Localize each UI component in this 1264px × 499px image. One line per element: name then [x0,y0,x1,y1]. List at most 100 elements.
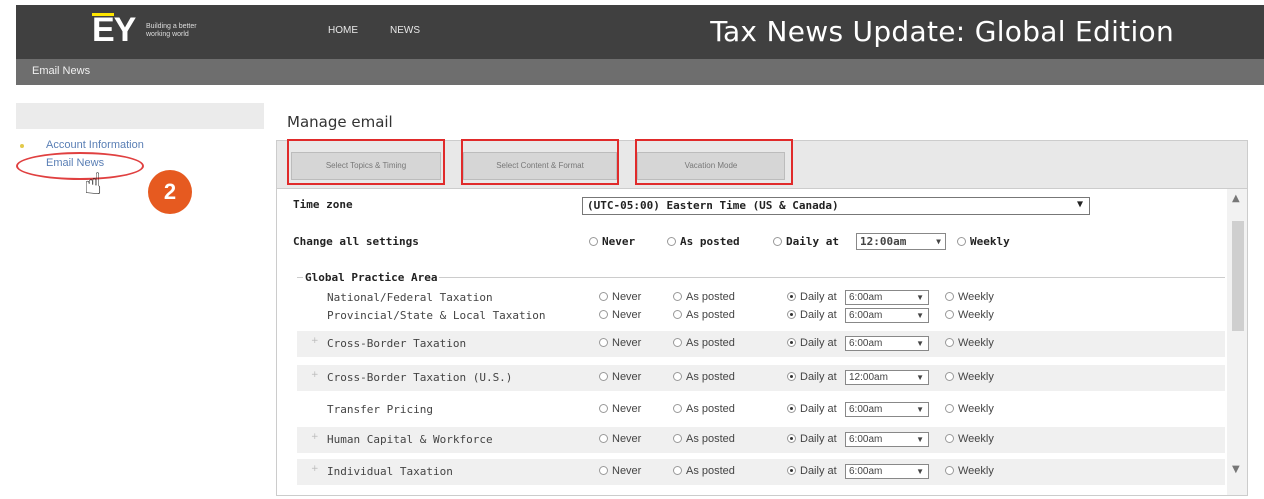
ey-logo[interactable]: EY [92,11,136,50]
option-weekly[interactable]: Weekly [945,433,994,445]
option-never[interactable]: Never [599,309,641,321]
expand-icon[interactable]: + [311,336,319,346]
option-daily[interactable]: Daily at [787,403,837,415]
option-weekly[interactable]: Weekly [945,309,994,321]
change-all-daily[interactable]: Daily at [773,235,839,248]
radio-icon [673,372,682,381]
option-label: Daily at [800,371,837,383]
option-never[interactable]: Never [599,433,641,445]
option-label: As posted [686,309,735,321]
radio-icon [599,434,608,443]
radio-icon [599,338,608,347]
option-as-posted[interactable]: As posted [673,433,735,445]
change-all-as-posted[interactable]: As posted [667,235,740,248]
settings-row: Provincial/State & Local Taxation Never As… [297,307,1225,325]
option-label: Daily at [800,433,837,445]
option-daily[interactable]: Daily at [787,433,837,445]
time-select[interactable]: 6:00am ▼ [845,464,929,479]
option-label: Daily at [800,291,837,303]
option-label: As posted [686,433,735,445]
change-all-time-select[interactable]: 12:00am ▼ [856,233,946,250]
option-as-posted[interactable]: As posted [673,291,735,303]
time-select[interactable]: 6:00am ▼ [845,402,929,417]
option-as-posted[interactable]: As posted [673,403,735,415]
option-weekly[interactable]: Weekly [945,291,994,303]
timezone-select[interactable]: (UTC-05:00) Eastern Time (US & Canada) ▼ [582,197,1090,215]
option-label: As posted [686,465,735,477]
chevron-down-icon: ▼ [916,373,924,382]
expand-icon[interactable]: + [311,464,319,474]
option-label: As posted [686,371,735,383]
radio-icon [957,237,966,246]
option-as-posted[interactable]: As posted [673,371,735,383]
settings-row: + Human Capital & Workforce Never As posted… [297,427,1225,453]
option-never[interactable]: Never [599,291,641,303]
chevron-down-icon: ▼ [936,237,941,246]
time-select[interactable]: 12:00am ▼ [845,370,929,385]
radio-icon [599,292,608,301]
option-label: Never [612,291,642,303]
scrollbar-thumb[interactable] [1232,221,1244,331]
option-label: Never [612,309,642,321]
option-daily[interactable]: Daily at [787,309,837,321]
chevron-down-icon: ▼ [916,339,924,348]
option-weekly[interactable]: Weekly [945,403,994,415]
chevron-down-icon: ▼ [916,405,924,414]
option-label: Never [612,337,642,349]
change-all-never[interactable]: Never [589,235,635,248]
subnav-email-news[interactable]: Email News [32,65,90,77]
nav-home[interactable]: HOME [328,25,358,36]
sidebar-item-account-information[interactable]: Account Information [46,139,144,151]
site-title: Tax News Update: Global Edition [710,15,1174,48]
manage-email-panel: Select Topics & Timing Select Content & … [276,139,1248,496]
nav-news[interactable]: NEWS [390,25,420,36]
option-never[interactable]: Never [599,371,641,383]
option-as-posted[interactable]: As posted [673,465,735,477]
time-select[interactable]: 6:00am ▼ [845,336,929,351]
radio-icon [673,338,682,347]
settings-row: + Individual Taxation Never As posted Daily … [297,459,1225,485]
expand-icon[interactable]: + [311,432,319,442]
option-label: Weekly [958,291,994,303]
expand-icon[interactable]: + [311,370,319,380]
time-select[interactable]: 6:00am ▼ [845,308,929,323]
option-label: As posted [686,291,735,303]
row-label: Cross-Border Taxation [327,337,467,350]
chevron-down-icon: ▼ [916,311,924,320]
option-label: Weekly [958,465,994,477]
sub-header-bar: Email News [16,59,1264,85]
radio-icon [599,404,608,413]
radio-icon [787,372,796,381]
option-daily[interactable]: Daily at [787,291,837,303]
radio-icon [599,466,608,475]
radio-icon [773,237,782,246]
radio-icon [787,404,796,413]
time-select[interactable]: 6:00am ▼ [845,290,929,305]
scrollbar[interactable]: ▲ ▼ [1227,189,1247,495]
option-never[interactable]: Never [599,465,641,477]
settings-row: + Cross-Border Taxation (U.S.) Never As pos… [297,365,1225,391]
time-value: 12:00am [849,372,888,383]
time-select[interactable]: 6:00am ▼ [845,432,929,447]
option-as-posted[interactable]: As posted [673,309,735,321]
time-value: 6:00am [849,338,883,349]
scroll-up-icon[interactable]: ▲ [1232,193,1240,204]
radio-icon [599,310,608,319]
option-weekly[interactable]: Weekly [945,465,994,477]
radio-icon [599,372,608,381]
scroll-down-icon[interactable]: ▼ [1232,464,1240,475]
option-weekly[interactable]: Weekly [945,371,994,383]
group-label: Global Practice Area [303,271,440,284]
option-daily[interactable]: Daily at [787,337,837,349]
option-never[interactable]: Never [599,403,641,415]
option-daily[interactable]: Daily at [787,371,837,383]
radio-icon [945,338,954,347]
option-as-posted[interactable]: As posted [673,337,735,349]
option-never[interactable]: Never [599,337,641,349]
radio-icon [787,338,796,347]
option-daily[interactable]: Daily at [787,465,837,477]
option-weekly[interactable]: Weekly [945,337,994,349]
time-value: 6:00am [849,292,883,303]
settings-row: + Cross-Border Taxation Never As posted Dail… [297,331,1225,357]
change-all-weekly[interactable]: Weekly [957,235,1010,248]
